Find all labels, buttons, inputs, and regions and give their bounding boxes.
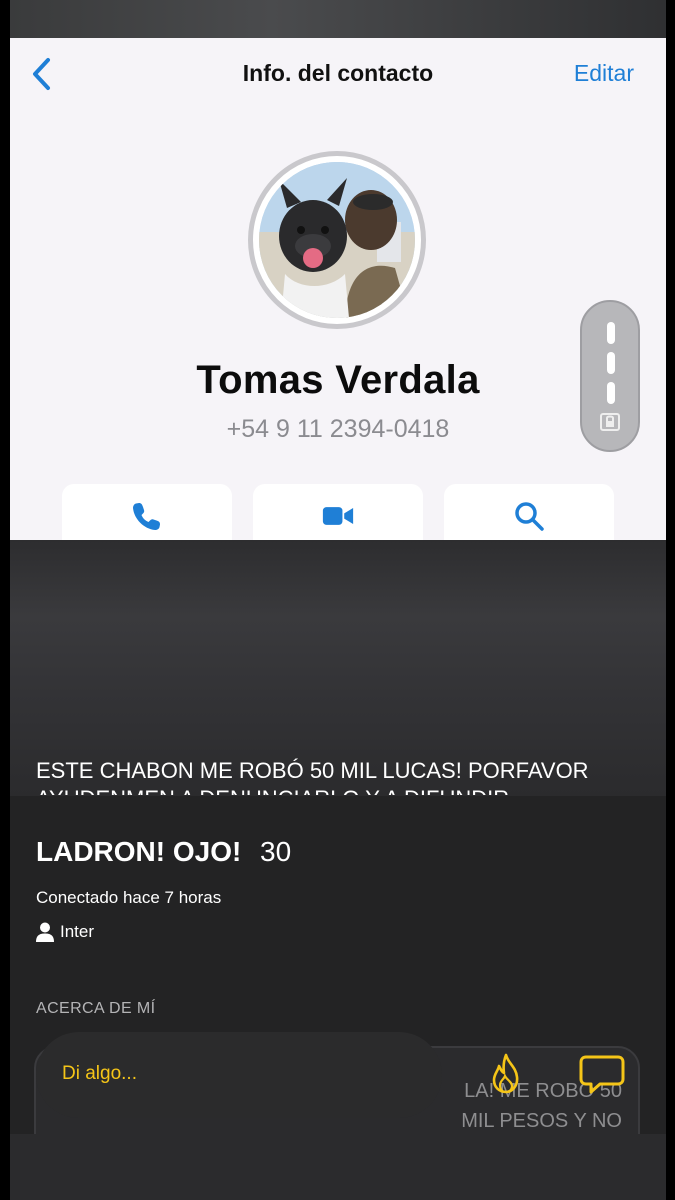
message-input[interactable]: Di algo... [36, 1032, 442, 1118]
profile-name: LADRON! OJO! [36, 836, 242, 867]
profile-panel: LADRON! OJO! 30 Conectado hace 7 horas I… [10, 796, 666, 1166]
person-icon [36, 922, 54, 942]
page-title: Info. del contacto [242, 60, 434, 86]
video-call-button[interactable] [253, 484, 423, 540]
avatar[interactable] [248, 151, 426, 329]
bottom-bar [10, 1134, 666, 1200]
about-heading: ACERCA DE MÍ [36, 1000, 156, 1017]
preference-label: Inter [60, 922, 95, 941]
message-input-placeholder: Di algo... [62, 1063, 137, 1084]
app-frame: Info. del contacto Editar Tomas Verdala … [10, 0, 666, 1200]
chat-bubble-icon [579, 1055, 625, 1094]
last-online-status: Conectado hace 7 horas [36, 888, 222, 907]
contact-actions [62, 484, 614, 540]
phone-icon [133, 503, 160, 530]
contact-info-screenshot: Info. del contacto Editar Tomas Verdala … [10, 38, 666, 540]
lock-icon [600, 413, 620, 431]
edit-button[interactable]: Editar [574, 60, 634, 87]
contact-phone: +54 9 11 2394-0418 [226, 415, 450, 443]
search-button[interactable] [444, 484, 614, 540]
video-camera-icon [322, 507, 354, 525]
post-caption: ESTE CHABON ME ROBÓ 50 MIL LUCAS! PORFAV… [36, 758, 589, 795]
profile-age: 30 [260, 836, 292, 867]
preference-row: Inter [36, 920, 94, 944]
contact-nav-bar: Info. del contacto Editar [10, 38, 666, 108]
blurred-background-top [10, 0, 666, 38]
avatar-photo [259, 162, 415, 318]
dog-and-person-photo [259, 162, 415, 318]
chat-button[interactable] [578, 1052, 626, 1096]
fire-icon [492, 1053, 519, 1094]
search-icon [515, 502, 544, 531]
screenshot-scroll-handle[interactable] [580, 300, 640, 452]
contact-name: Tomas Verdala [196, 358, 480, 402]
fire-button[interactable] [484, 1052, 528, 1096]
call-button[interactable] [62, 484, 232, 540]
